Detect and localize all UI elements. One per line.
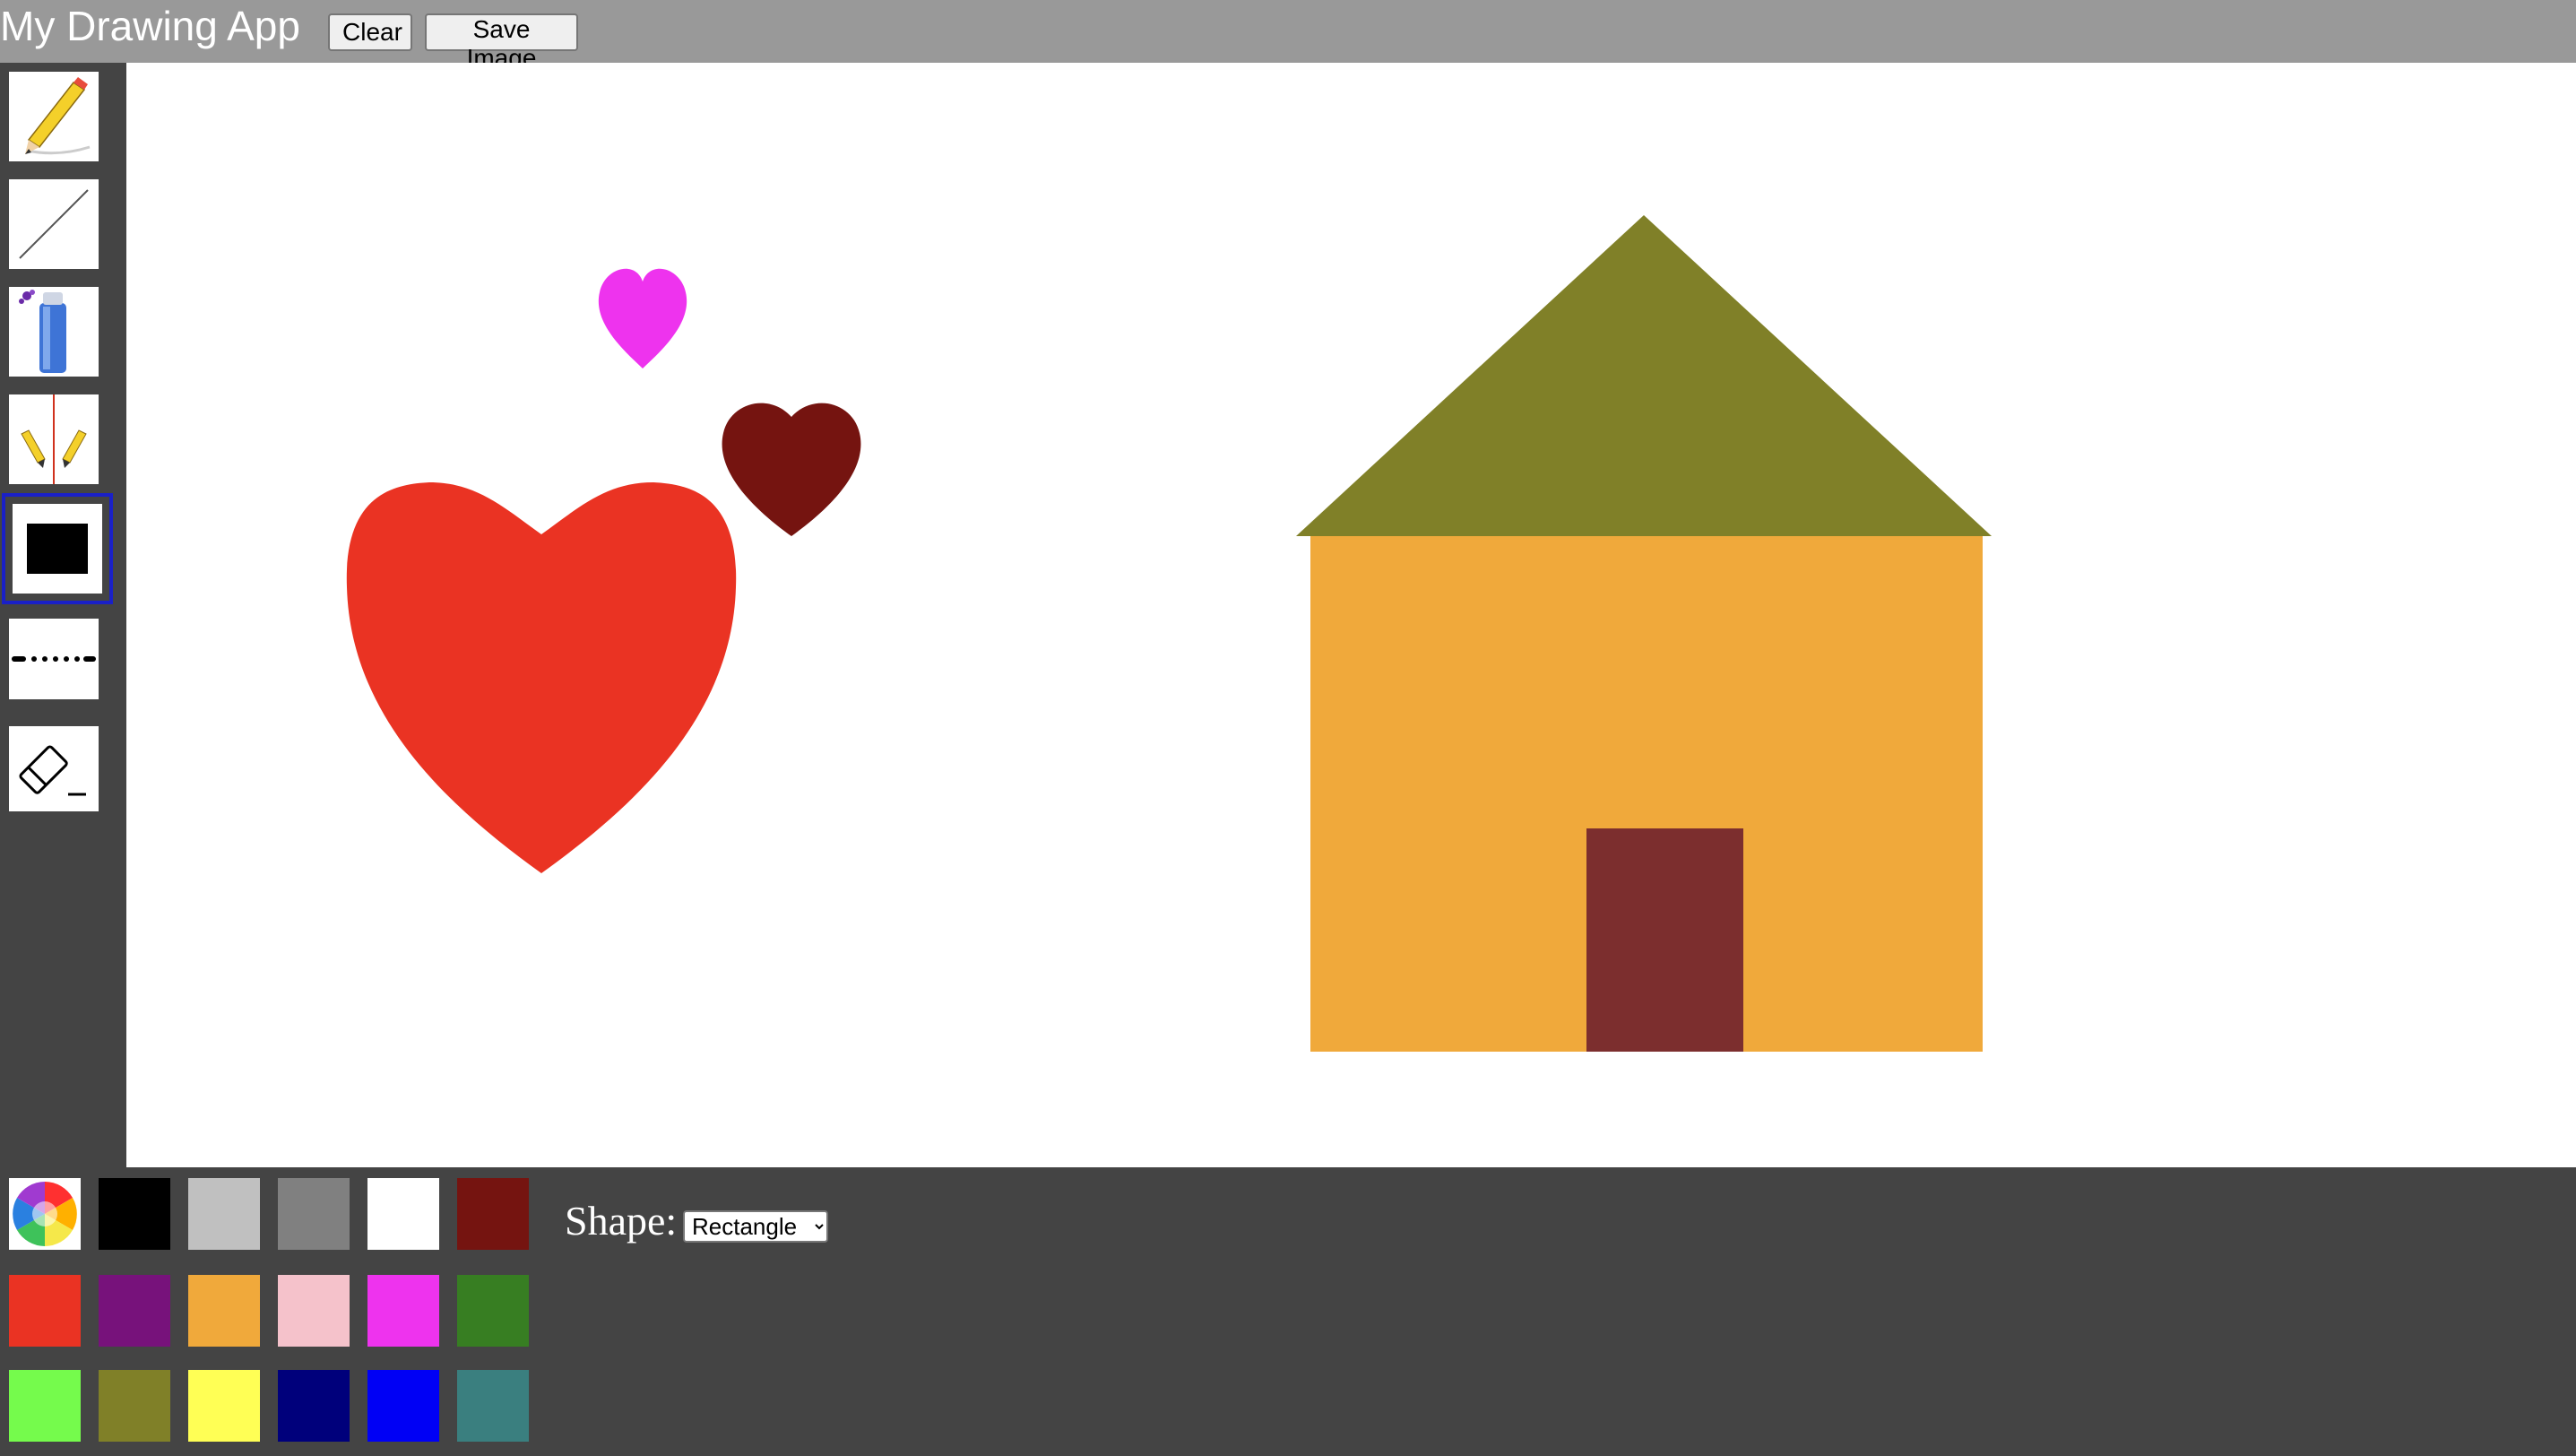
color-swatch[interactable] [99, 1275, 170, 1347]
clear-button[interactable]: Clear [328, 13, 412, 51]
line-icon [19, 189, 89, 259]
shape-heart-magenta [598, 268, 687, 368]
shape-heart-red [346, 482, 737, 873]
color-swatch[interactable] [278, 1178, 350, 1250]
spray-can-icon [19, 290, 66, 373]
color-swatch[interactable] [457, 1178, 529, 1250]
header-bar: My Drawing App Clear Save Image [0, 0, 2576, 72]
color-swatch[interactable] [99, 1370, 170, 1442]
eraser-icon [19, 745, 86, 796]
line-tool-button[interactable] [9, 179, 99, 269]
rectangle-icon [27, 524, 88, 574]
color-swatch[interactable] [278, 1370, 350, 1442]
color-swatch[interactable] [457, 1370, 529, 1442]
shape-heart-darkred [722, 403, 861, 536]
canvas-drawing [346, 215, 1992, 1052]
save-image-button[interactable]: Save Image [425, 13, 578, 72]
mirror-pencil-icon [21, 394, 87, 484]
pencil-tool-button[interactable] [9, 72, 99, 161]
tool-sidebar [0, 63, 125, 1167]
eraser-tool-button[interactable] [9, 726, 99, 811]
color-wheel-icon [13, 1182, 77, 1246]
color-wheel-button[interactable] [9, 1178, 81, 1250]
color-swatch[interactable] [9, 1370, 81, 1442]
color-swatch[interactable] [367, 1178, 439, 1250]
color-swatch[interactable] [9, 1275, 81, 1347]
pencil-icon [25, 77, 91, 155]
dashed-line-tool-button[interactable] [9, 619, 99, 699]
color-swatch[interactable] [99, 1178, 170, 1250]
color-palette [0, 1167, 2576, 1456]
drawing-canvas[interactable] [126, 63, 2576, 1167]
app-title: My Drawing App [0, 3, 300, 49]
shape-label: Shape: [565, 1198, 678, 1244]
color-swatch[interactable] [367, 1370, 439, 1442]
mirror-tool-button[interactable] [9, 394, 99, 484]
shape-tool-button[interactable] [2, 493, 113, 604]
shape-select[interactable]: Rectangle [683, 1210, 828, 1243]
shape-roof-triangle [1296, 215, 1992, 536]
color-swatch[interactable] [188, 1275, 260, 1347]
color-swatch[interactable] [457, 1275, 529, 1347]
color-swatch[interactable] [367, 1275, 439, 1347]
color-swatch[interactable] [278, 1275, 350, 1347]
dashed-line-icon [12, 656, 96, 662]
color-swatch[interactable] [188, 1178, 260, 1250]
spray-tool-button[interactable] [9, 287, 99, 377]
color-swatch[interactable] [188, 1370, 260, 1442]
shape-door [1586, 828, 1743, 1052]
